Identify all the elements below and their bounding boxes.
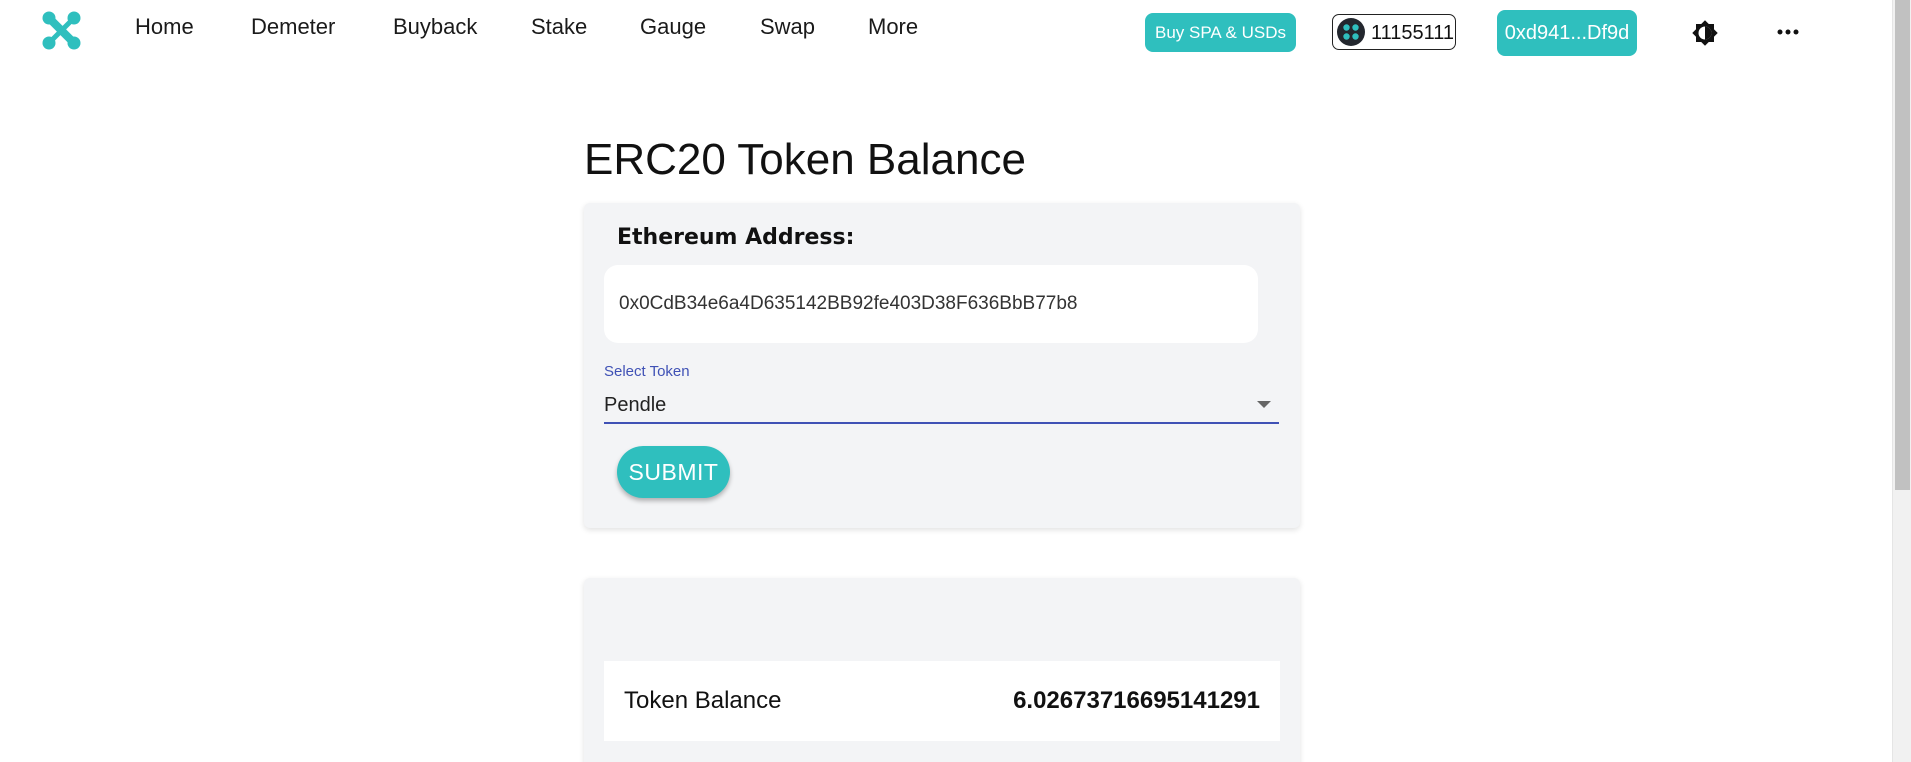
scrollbar-thumb[interactable] <box>1895 0 1910 490</box>
nav-home[interactable]: Home <box>135 12 194 42</box>
token-select-value: Pendle <box>604 394 667 416</box>
balance-label: Token Balance <box>624 687 782 714</box>
nav-gauge[interactable]: Gauge <box>640 12 706 42</box>
page-title: ERC20 Token Balance <box>584 135 1026 184</box>
nav-more[interactable]: More <box>868 12 918 42</box>
balance-row: Token Balance 6.02673716695141291 <box>604 661 1280 741</box>
network-selector[interactable]: 11155111 <box>1332 14 1456 50</box>
address-label: Ethereum Address: <box>617 225 855 250</box>
nav-stake[interactable]: Stake <box>531 12 587 42</box>
token-select[interactable]: Pendle <box>604 388 1279 424</box>
network-chain-id: 11155111 <box>1371 22 1455 44</box>
sperax-logo-icon[interactable] <box>41 10 82 51</box>
nav-swap[interactable]: Swap <box>760 12 815 42</box>
page-scrollbar[interactable] <box>1892 0 1911 762</box>
wallet-account-button[interactable]: 0xd941...Df9d <box>1497 10 1637 56</box>
network-icon <box>1337 18 1365 46</box>
brightness-icon[interactable] <box>1690 18 1720 48</box>
nav-buyback[interactable]: Buyback <box>393 12 477 42</box>
balance-value: 6.02673716695141291 <box>1013 687 1260 714</box>
token-balance-form: Ethereum Address: Select Token Pendle SU… <box>584 203 1300 528</box>
token-balance-result: Token Balance 6.02673716695141291 <box>584 578 1300 762</box>
dropdown-arrow-icon <box>1257 401 1271 408</box>
buy-spa-usds-button[interactable]: Buy SPA & USDs <box>1145 13 1296 52</box>
submit-button[interactable]: SUBMIT <box>617 446 730 498</box>
nav-demeter[interactable]: Demeter <box>251 12 335 42</box>
app-root: Home Demeter Buyback Stake Gauge Swap Mo… <box>0 0 1911 762</box>
ethereum-address-input[interactable] <box>604 265 1258 343</box>
select-token-label: Select Token <box>604 363 690 380</box>
more-horizontal-icon[interactable] <box>1776 22 1800 42</box>
